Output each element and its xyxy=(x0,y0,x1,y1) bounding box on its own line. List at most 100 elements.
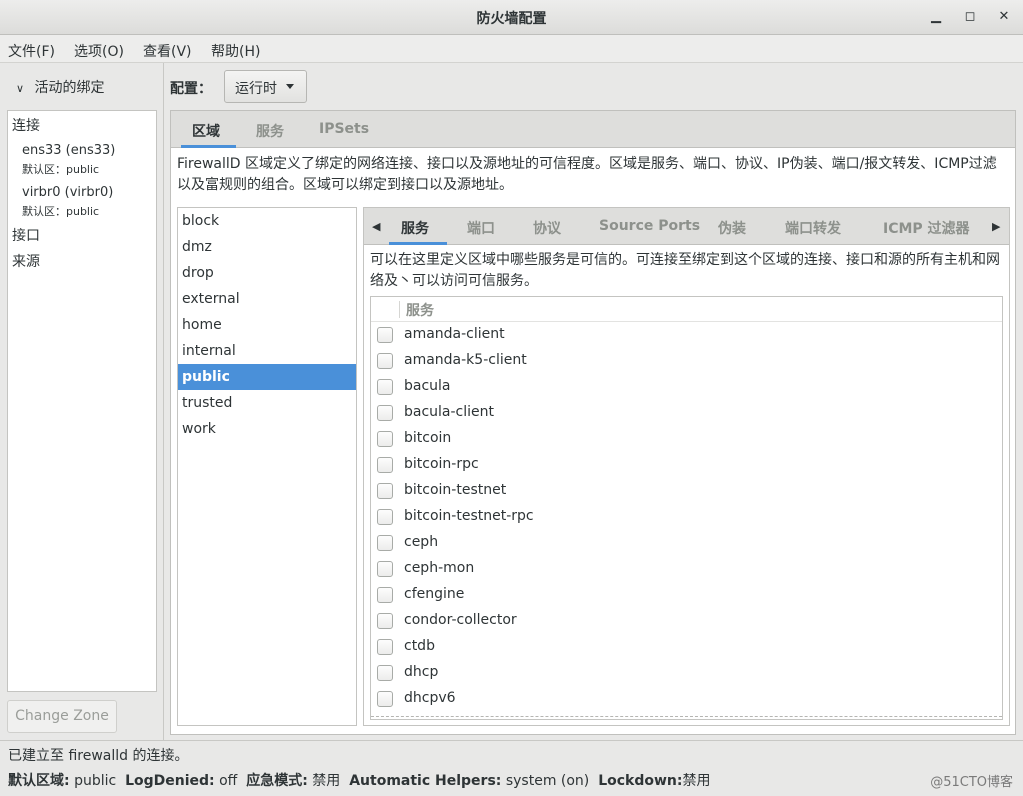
window-title: 防火墙配置 xyxy=(476,11,547,27)
zone-item-external[interactable]: external xyxy=(178,286,356,312)
zone-item-public[interactable]: public xyxy=(178,364,356,390)
service-row[interactable]: cfengine xyxy=(371,582,1002,608)
service-row[interactable]: ceph xyxy=(371,530,1002,556)
service-row[interactable]: condor-collector xyxy=(371,608,1002,634)
service-row[interactable]: bacula-client xyxy=(371,400,1002,426)
service-row[interactable]: dhcpv6 xyxy=(371,686,1002,712)
service-checkbox[interactable] xyxy=(377,587,393,603)
service-checkbox[interactable] xyxy=(377,431,393,447)
connections-header[interactable]: 连接 xyxy=(12,115,40,135)
tab-zone-services[interactable]: 服务 xyxy=(401,218,429,238)
service-checkbox[interactable] xyxy=(377,691,393,707)
change-zone-button[interactable]: Change Zone xyxy=(7,700,117,733)
zone-item-dmz[interactable]: dmz xyxy=(178,234,356,260)
zone-item-home[interactable]: home xyxy=(178,312,356,338)
zone-list: block dmz drop external home internal pu… xyxy=(177,207,357,726)
service-name: dhcp xyxy=(404,664,439,680)
sources-header[interactable]: 来源 xyxy=(12,251,40,271)
service-checkbox[interactable] xyxy=(377,379,393,395)
tab-ipsets[interactable]: IPSets xyxy=(319,121,369,137)
logdenied-value: off xyxy=(219,773,238,789)
service-row[interactable]: bitcoin-rpc xyxy=(371,452,1002,478)
menu-options[interactable]: 选项(O) xyxy=(74,41,124,61)
connection-virbr0-zone: 默认区：public xyxy=(22,205,100,218)
service-checkbox[interactable] xyxy=(377,613,393,629)
maximize-button[interactable]: ◻ xyxy=(961,8,979,26)
services-table: 服务 amanda-client amanda-k5-client bacula ba… xyxy=(370,296,1003,720)
title-bar: 防火墙配置 ▁ ◻ ✕ xyxy=(0,0,1023,35)
service-name: amanda-client xyxy=(404,326,505,342)
lockdown-label: Lockdown: xyxy=(598,773,683,789)
service-checkbox[interactable] xyxy=(377,665,393,681)
service-name: ctdb xyxy=(404,638,435,654)
menu-bar: 文件(F) 选项(O) 查看(V) 帮助(H) xyxy=(0,35,1023,63)
default-zone-value: public xyxy=(74,773,117,789)
services-column-header[interactable]: 服务 xyxy=(406,300,434,320)
status-summary: 默认区域: public LogDenied: off 应急模式: 禁用 Aut… xyxy=(8,770,710,790)
tab-zone-port-forward[interactable]: 端口转发 xyxy=(785,218,841,238)
minimize-button[interactable]: ▁ xyxy=(927,8,945,26)
service-row[interactable]: dhcp xyxy=(371,660,1002,686)
services-table-header: 服务 xyxy=(371,297,1002,322)
tab-zone-icmp-filter[interactable]: ICMP 过滤器 xyxy=(883,218,970,238)
scroll-left-icon[interactable]: ◀ xyxy=(372,220,380,233)
interfaces-header[interactable]: 接口 xyxy=(12,225,40,245)
config-label: 配置： xyxy=(170,81,212,97)
zone-item-drop[interactable]: drop xyxy=(178,260,356,286)
service-checkbox[interactable] xyxy=(377,639,393,655)
active-tab-indicator xyxy=(181,145,236,148)
services-description: 可以在这里定义区域中哪些服务是可信的。可连接至绑定到这个区域的连接、接口和源的所… xyxy=(370,252,1000,289)
expander-label: 活动的绑定 xyxy=(34,80,105,96)
service-checkbox[interactable] xyxy=(377,353,393,369)
tab-zone-ports[interactable]: 端口 xyxy=(467,218,495,238)
service-checkbox[interactable] xyxy=(377,535,393,551)
scroll-right-icon[interactable]: ▶ xyxy=(992,220,1000,233)
watermark: @51CTO博客 xyxy=(930,775,1013,790)
service-name: bacula xyxy=(404,378,451,394)
service-row[interactable]: bacula xyxy=(371,374,1002,400)
menu-help[interactable]: 帮助(H) xyxy=(211,41,260,61)
config-dropdown[interactable]: 运行时 xyxy=(224,70,307,103)
config-value: 运行时 xyxy=(235,81,277,97)
close-button[interactable]: ✕ xyxy=(995,8,1013,26)
service-name: bitcoin-testnet-rpc xyxy=(404,508,534,524)
active-bindings-expander[interactable]: ∨ 活动的绑定 xyxy=(16,77,104,97)
chevron-down-icon: ∨ xyxy=(16,82,25,95)
zone-item-trusted[interactable]: trusted xyxy=(178,390,356,416)
main-tab-bar: 区域 服务 IPSets xyxy=(171,111,1015,148)
zone-item-work[interactable]: work xyxy=(178,416,356,442)
service-row[interactable]: bitcoin xyxy=(371,426,1002,452)
tab-services[interactable]: 服务 xyxy=(256,121,284,141)
service-row[interactable]: bitcoin-testnet-rpc xyxy=(371,504,1002,530)
column-separator xyxy=(399,301,400,318)
panic-mode-label: 应急模式: xyxy=(246,773,308,789)
service-name: dhcpv6 xyxy=(404,690,456,706)
service-checkbox[interactable] xyxy=(377,327,393,343)
default-zone-label: 默认区域: xyxy=(8,773,70,789)
service-row[interactable]: amanda-client xyxy=(371,322,1002,348)
menu-file[interactable]: 文件(F) xyxy=(8,41,55,61)
zone-item-internal[interactable]: internal xyxy=(178,338,356,364)
service-checkbox[interactable] xyxy=(377,483,393,499)
connection-ens33[interactable]: ens33 (ens33) xyxy=(22,143,115,158)
service-row[interactable]: bitcoin-testnet xyxy=(371,478,1002,504)
tab-zone-protocols[interactable]: 协议 xyxy=(533,218,561,238)
service-name: amanda-k5-client xyxy=(404,352,527,368)
panic-mode-value: 禁用 xyxy=(312,773,341,789)
connection-status: 已建立至 firewalld 的连接。 xyxy=(8,748,189,764)
tab-zones[interactable]: 区域 xyxy=(192,121,220,141)
tab-zone-masquerade[interactable]: 伪装 xyxy=(718,218,746,238)
service-checkbox[interactable] xyxy=(377,561,393,577)
service-checkbox[interactable] xyxy=(377,509,393,525)
service-row[interactable]: ctdb xyxy=(371,634,1002,660)
logdenied-label: LogDenied: xyxy=(125,773,215,789)
service-row[interactable]: ceph-mon xyxy=(371,556,1002,582)
service-checkbox[interactable] xyxy=(377,457,393,473)
tab-zone-source-ports[interactable]: Source Ports xyxy=(599,218,700,234)
service-checkbox[interactable] xyxy=(377,405,393,421)
status-bar: 已建立至 firewalld 的连接。 xyxy=(0,740,1023,765)
service-row[interactable]: amanda-k5-client xyxy=(371,348,1002,374)
connection-virbr0[interactable]: virbr0 (virbr0) xyxy=(22,185,113,200)
menu-view[interactable]: 查看(V) xyxy=(143,41,192,61)
zone-item-block[interactable]: block xyxy=(178,208,356,234)
